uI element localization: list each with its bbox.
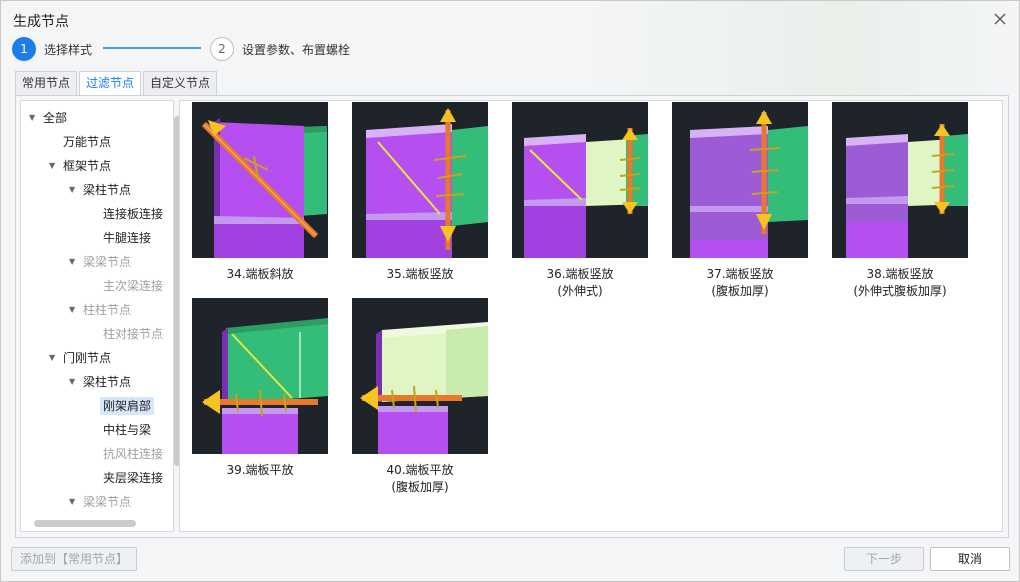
tree-item-frame-beam-beam[interactable]: ▼ 梁梁节点 bbox=[69, 251, 131, 273]
tree-item-portal-beam-column[interactable]: ▼ 梁柱节点 bbox=[69, 371, 131, 393]
step-connector bbox=[103, 47, 201, 49]
node-card-40[interactable]: 40.端板平放 (腹板加厚) bbox=[352, 298, 488, 496]
tree-item-universal[interactable]: 万能节点 bbox=[63, 131, 111, 153]
node-caption-37-sub: (腹板加厚) bbox=[711, 284, 769, 298]
next-step-button[interactable]: 下一步 bbox=[844, 547, 924, 571]
node-card-35[interactable]: 35.端板竖放 bbox=[352, 102, 488, 283]
node-thumbnail-36 bbox=[512, 102, 648, 258]
node-caption-35: 35.端板竖放 bbox=[386, 267, 454, 281]
tab-bar: 常用节点 过滤节点 自定义节点 bbox=[15, 71, 219, 96]
tree-item-main-secondary-beam[interactable]: 主次梁连接 bbox=[103, 275, 163, 297]
step-1: 1 选择样式 bbox=[12, 36, 92, 62]
node-thumbnail-40 bbox=[352, 298, 488, 454]
tree-item-column-splice[interactable]: 柱对接节点 bbox=[103, 323, 163, 345]
chevron-down-icon[interactable]: ▼ bbox=[69, 371, 79, 393]
close-icon[interactable] bbox=[991, 10, 1009, 28]
chevron-down-icon[interactable]: ▼ bbox=[69, 179, 79, 201]
cancel-button[interactable]: 取消 bbox=[930, 547, 1010, 571]
node-thumbnail-35 bbox=[352, 102, 488, 258]
chevron-down-icon[interactable]: ▼ bbox=[29, 107, 39, 129]
node-card-34[interactable]: 34.端板斜放 bbox=[192, 102, 328, 283]
tree-horizontal-scrollbar[interactable] bbox=[34, 520, 136, 527]
node-caption-37: 37.端板竖放 bbox=[706, 267, 774, 281]
node-thumbnail-39 bbox=[192, 298, 328, 454]
tab-filter-nodes[interactable]: 过滤节点 bbox=[79, 71, 142, 96]
chevron-down-icon[interactable]: ▼ bbox=[49, 155, 59, 177]
step-2-number: 2 bbox=[210, 37, 234, 61]
chevron-down-icon[interactable]: ▼ bbox=[69, 491, 79, 513]
node-caption-40: 40.端板平放 bbox=[386, 463, 454, 477]
node-caption-39: 39.端板平放 bbox=[226, 463, 294, 477]
node-caption-38: 38.端板竖放 bbox=[866, 267, 934, 281]
dialog-window: 生成节点 1 选择样式 2 设置参数、布置螺栓 常用节点 过滤节点 自定义节点 … bbox=[0, 0, 1020, 582]
tree-item-portal-beam-beam[interactable]: ▼ 梁梁节点 bbox=[69, 491, 131, 513]
tree-item-bracket-connection[interactable]: 牛腿连接 bbox=[103, 227, 151, 249]
node-caption-40-sub: (腹板加厚) bbox=[391, 480, 449, 494]
tree-item-frame-shoulder[interactable]: 刚架肩部 bbox=[100, 395, 155, 417]
node-caption-36: 36.端板竖放 bbox=[546, 267, 614, 281]
node-thumbnail-34 bbox=[192, 102, 328, 258]
step-2-label: 设置参数、布置螺栓 bbox=[242, 42, 351, 57]
tree-item-column-column[interactable]: ▼ 柱柱节点 bbox=[69, 299, 131, 321]
chevron-down-icon[interactable]: ▼ bbox=[69, 299, 79, 321]
content-panel: ▼ 全部 万能节点 ▼ 框架节点 ▼ 梁柱节点 连接板连接 牛腿连接 ▼ 梁梁节点 主次… bbox=[15, 95, 1009, 538]
node-caption-38-sub: (外伸式腹板加厚) bbox=[853, 284, 947, 298]
step-1-number: 1 bbox=[12, 37, 36, 61]
tree-item-all[interactable]: ▼ 全部 bbox=[29, 107, 67, 129]
add-to-common-button[interactable]: 添加到【常用节点】 bbox=[11, 547, 137, 571]
node-style-grid: 34.端板斜放 35.端板竖放 36.端板竖放 (外伸式) 37.端板竖放 (腹… bbox=[179, 100, 1003, 532]
chevron-down-icon[interactable]: ▼ bbox=[69, 251, 79, 273]
node-card-37[interactable]: 37.端板竖放 (腹板加厚) bbox=[672, 102, 808, 300]
node-card-38[interactable]: 38.端板竖放 (外伸式腹板加厚) bbox=[832, 102, 968, 300]
tree-item-portal-frame[interactable]: ▼ 门刚节点 bbox=[49, 347, 111, 369]
step-2: 2 设置参数、布置螺栓 bbox=[210, 36, 350, 62]
node-tree: ▼ 全部 万能节点 ▼ 框架节点 ▼ 梁柱节点 连接板连接 牛腿连接 ▼ 梁梁节点 主次… bbox=[20, 100, 174, 532]
tree-item-plate-connection[interactable]: 连接板连接 bbox=[103, 203, 163, 225]
tree-item-middle-column-beam[interactable]: 中柱与梁 bbox=[103, 419, 151, 441]
tab-custom-nodes[interactable]: 自定义节点 bbox=[143, 71, 218, 95]
node-caption-34: 34.端板斜放 bbox=[226, 267, 294, 281]
tree-item-frame-beam-column[interactable]: ▼ 梁柱节点 bbox=[69, 179, 131, 201]
chevron-down-icon[interactable]: ▼ bbox=[49, 347, 59, 369]
node-card-39[interactable]: 39.端板平放 bbox=[192, 298, 328, 479]
dialog-title: 生成节点 bbox=[13, 14, 69, 30]
tree-item-wind-column[interactable]: 抗风柱连接 bbox=[103, 443, 163, 465]
node-card-36[interactable]: 36.端板竖放 (外伸式) bbox=[512, 102, 648, 300]
step-1-label: 选择样式 bbox=[44, 42, 93, 57]
node-thumbnail-37 bbox=[672, 102, 808, 258]
node-thumbnail-38 bbox=[832, 102, 968, 258]
tree-item-frame[interactable]: ▼ 框架节点 bbox=[49, 155, 111, 177]
tab-common-nodes[interactable]: 常用节点 bbox=[15, 71, 78, 95]
node-caption-36-sub: (外伸式) bbox=[557, 284, 603, 298]
tree-item-mezzanine-beam[interactable]: 夹层梁连接 bbox=[103, 467, 163, 489]
